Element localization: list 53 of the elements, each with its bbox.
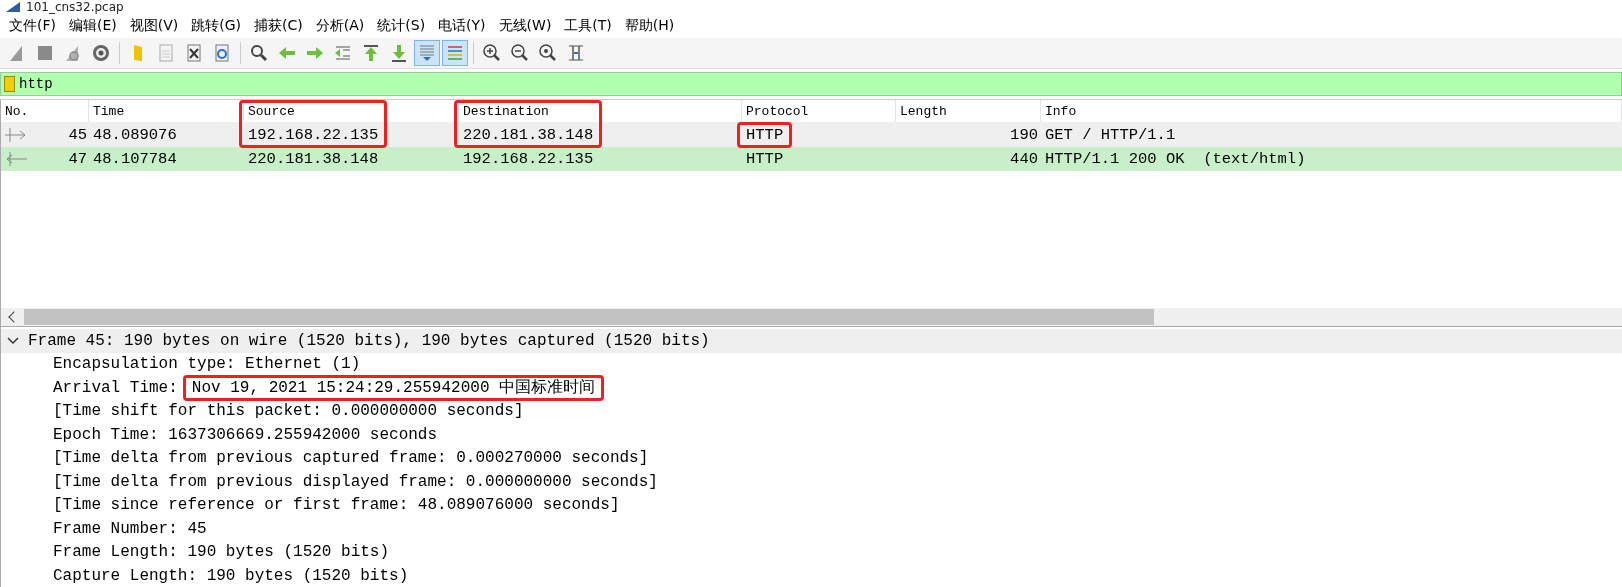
number-cell: 47	[68, 150, 87, 168]
menu-item[interactable]: 编辑(E)	[64, 15, 125, 37]
menu-item[interactable]: 工具(T)	[559, 15, 620, 37]
column-header[interactable]: Destination	[463, 103, 549, 119]
packet-row[interactable]: 45 48.089076 192.168.22.135 220.181.38.148 HTTP 190 GET / HTTP/1.1	[1, 123, 1622, 147]
tree-item[interactable]: Capture Length: 190 bytes (1520 bits)	[53, 566, 409, 585]
bookmark-icon[interactable]	[4, 76, 15, 92]
scrollbar-thumb[interactable]	[24, 309, 1154, 325]
protocol-cell: HTTP	[746, 126, 784, 144]
column-header[interactable]: Length	[900, 103, 947, 119]
tree-item[interactable]: Frame Number: 45	[53, 519, 207, 538]
column-header[interactable]: No.	[5, 103, 29, 119]
tree-item[interactable]: Epoch Time: 1637306669.255942000 seconds	[53, 425, 438, 444]
source-cell: 220.181.38.148	[248, 150, 379, 168]
horizontal-scrollbar[interactable]	[1, 308, 1622, 326]
tree-item[interactable]: [Time delta from previous displayed frame: 0.000000000 seconds]	[53, 472, 658, 491]
info-cell: GET / HTTP/1.1	[1045, 126, 1176, 144]
tree-item[interactable]: [Time since reference or first frame: 48.089076000 seconds]	[53, 496, 620, 515]
window-title: 101_cns32.pcap	[26, 0, 124, 14]
destination-cell: 192.168.22.135	[463, 150, 594, 168]
info-cell: HTTP/1.1 200 OK (text/html)	[1045, 150, 1306, 168]
caret-icon[interactable]	[7, 336, 19, 345]
protocol-cell: HTTP	[746, 150, 784, 168]
column-header[interactable]: Protocol	[746, 103, 809, 119]
tree-item[interactable]: [Time shift for this packet: 0.000000000 seconds]	[53, 402, 524, 421]
column-header[interactable]: Source	[248, 103, 295, 119]
destination-cell: 220.181.38.148	[463, 126, 594, 144]
time-cell: 48.107784	[93, 150, 177, 168]
menu-item[interactable]: 无线(W)	[493, 15, 560, 37]
tree-item[interactable]: Encapsulation type: Ethernet (1)	[53, 355, 361, 374]
length-cell: 440	[1010, 150, 1038, 168]
menu-item[interactable]: 文件(F)	[4, 15, 64, 37]
field-label: Arrival Time:	[53, 378, 178, 397]
column-header[interactable]: Time	[93, 103, 125, 119]
source-cell: 192.168.22.135	[248, 126, 379, 144]
menu-item[interactable]: 统计(S)	[372, 15, 434, 37]
time-cell: 48.089076	[93, 126, 177, 144]
color-lines-icon[interactable]	[442, 40, 468, 66]
menu-item[interactable]: 分析(A)	[310, 15, 373, 37]
column-header[interactable]: Info	[1045, 103, 1077, 119]
packet-row[interactable]: 47 48.107784 220.181.38.148 192.168.22.135 HTTP 440 HTTP/1.1 200 OK (text/html)	[1, 147, 1622, 171]
filter-field[interactable]: http	[19, 76, 1621, 92]
tree-item[interactable]: Frame Length: 190 bytes (1520 bits)	[53, 543, 390, 562]
length-cell: 190	[1010, 126, 1038, 144]
menu-item[interactable]: 捕获(C)	[249, 15, 311, 37]
field-value: Nov 19, 2021 15:24:29.255942000 中国标准时间	[191, 378, 596, 397]
menu-item[interactable]: 电话(Y)	[433, 15, 494, 37]
menu-item[interactable]: 视图(V)	[124, 15, 187, 37]
tree-item[interactable]: [Time delta from previous captured frame: 0.000270000 seconds]	[53, 449, 649, 468]
menu-item[interactable]: 帮助(H)	[619, 15, 683, 37]
filter-bar[interactable]: http	[0, 72, 1622, 96]
menu-item[interactable]: 跳转(G)	[186, 15, 250, 37]
number-cell: 45	[68, 126, 87, 144]
